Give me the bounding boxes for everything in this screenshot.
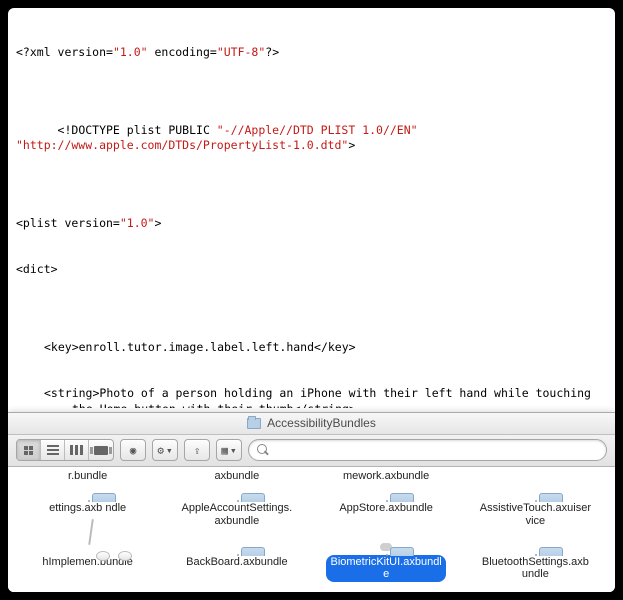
chevron-down-icon: ▾: [230, 445, 237, 456]
file-item[interactable]: AppleAccountSettings.axbundle: [171, 489, 302, 528]
file-item[interactable]: mework.axbundle: [321, 469, 452, 484]
file-label: AppleAccountSettings.axbundle: [177, 501, 297, 528]
gear-icon: ⚙: [157, 445, 164, 456]
key-line: <key>enroll.tutor.image.label.left.hand<…: [16, 340, 607, 356]
list-view-button[interactable]: [41, 440, 65, 460]
file-item[interactable]: AssistiveTouch.axuiservice: [470, 489, 601, 528]
columns-icon: [70, 445, 83, 455]
search-icon: [257, 444, 269, 456]
plist-open: <plist version="1.0">: [16, 216, 607, 232]
file-item[interactable]: [470, 469, 601, 484]
chevron-down-icon: ▾: [166, 445, 173, 456]
grid-icon: [24, 446, 33, 455]
quicklook-button[interactable]: ◉: [120, 439, 146, 461]
file-label: ettings.axb ndle: [45, 501, 130, 516]
file-label: AppStore.axbundle: [335, 501, 437, 516]
column-view-button[interactable]: [65, 440, 89, 460]
view-switcher[interactable]: [16, 439, 114, 461]
arrange-menu-button[interactable]: ▦▾: [216, 439, 242, 461]
coverflow-icon: [94, 446, 108, 455]
coverflow-view-button[interactable]: [89, 440, 113, 460]
finder-content[interactable]: r.bundle axbundle mework.axbundle etting…: [8, 467, 615, 592]
eye-icon: ◉: [130, 445, 137, 456]
file-label: AssistiveTouch.axuiservice: [475, 501, 595, 528]
code-editor[interactable]: <?xml version="1.0" encoding="UTF-8"?> <…: [8, 8, 615, 408]
icon-view-button[interactable]: [17, 440, 41, 460]
action-menu-button[interactable]: ⚙▾: [152, 439, 178, 461]
xml-doctype: <!DOCTYPE plist PUBLIC "-//Apple//DTD PL…: [16, 107, 607, 169]
file-label: BluetoothSettings.axbundle: [475, 555, 595, 582]
xml-prolog: <?xml version="1.0" encoding="UTF-8"?>: [16, 45, 607, 61]
tags-icon: ▦: [221, 445, 228, 456]
window-titlebar[interactable]: AccessibilityBundles: [8, 413, 615, 435]
string-line: <string>Photo of a person holding an iPh…: [16, 386, 607, 407]
file-item[interactable]: r.bundle: [22, 469, 153, 484]
share-button[interactable]: ⇪: [184, 439, 210, 461]
share-icon: ⇪: [194, 445, 201, 456]
file-label: BackBoard.axbundle: [182, 555, 292, 570]
search-input[interactable]: [275, 443, 598, 457]
search-field[interactable]: [248, 439, 607, 461]
file-item[interactable]: BluetoothSettings.axbundle: [470, 543, 601, 582]
dict-open: <dict>: [16, 262, 607, 278]
file-item[interactable]: hImplemen.bundle: [22, 543, 153, 582]
finder-window: AccessibilityBundles ◉ ⚙▾ ⇪ ▦▾ r.bundle …: [8, 412, 615, 592]
file-item-selected[interactable]: BiometricKitUI.axbundle: [321, 543, 452, 582]
finder-toolbar: ◉ ⚙▾ ⇪ ▦▾: [8, 435, 615, 467]
file-item[interactable]: ettings.axb ndle: [22, 489, 153, 528]
file-item[interactable]: AppStore.axbundle: [321, 489, 452, 528]
file-item[interactable]: axbundle: [171, 469, 302, 484]
folder-icon: [247, 418, 261, 429]
list-icon: [47, 445, 59, 455]
file-item[interactable]: BackBoard.axbundle: [171, 543, 302, 582]
window-title: AccessibilityBundles: [267, 416, 376, 430]
file-label: BiometricKitUI.axbundle: [326, 555, 446, 582]
